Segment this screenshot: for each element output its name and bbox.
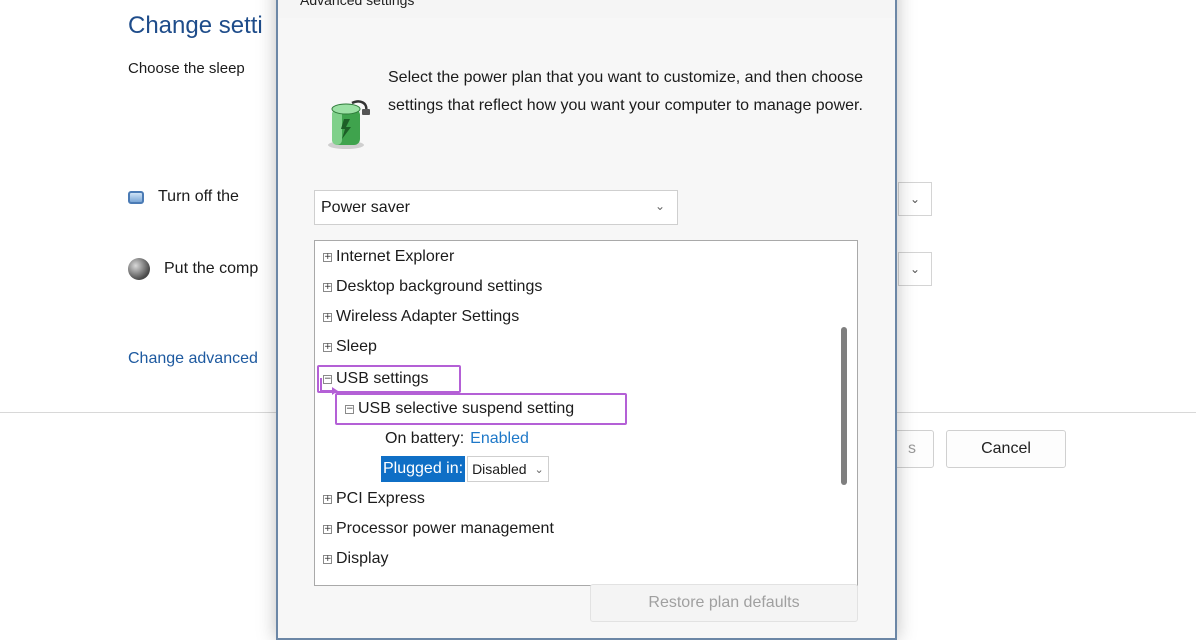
tree-item-desktop-background[interactable]: + Desktop background settings (323, 275, 542, 299)
power-plan-select-value: Power saver (321, 198, 410, 216)
turn-off-display-label: Turn off the (158, 188, 239, 205)
tree-item-label: Display (336, 550, 389, 567)
plugged-in-select[interactable]: Disabled ⌄ (467, 456, 549, 482)
power-plan-select[interactable]: Power saver ⌄ (314, 190, 678, 225)
expand-icon[interactable]: + (323, 312, 332, 322)
tree-item-label: PCI Express (336, 490, 425, 507)
plugged-in-row[interactable]: Plugged in: Disabled ⌄ (381, 455, 549, 483)
collapse-icon[interactable]: − (345, 404, 354, 414)
page-subtitle: Choose the sleep (128, 60, 245, 77)
settings-tree[interactable]: + Internet Explorer + Desktop background… (314, 240, 858, 586)
on-battery-label: On battery: (385, 430, 465, 447)
tree-item-usb-selective-suspend[interactable]: − USB selective suspend setting (345, 397, 574, 421)
chevron-down-icon: ⌄ (909, 192, 921, 206)
restore-plan-defaults-button[interactable]: Restore plan defaults (590, 584, 858, 622)
tree-item-label: Internet Explorer (336, 248, 455, 265)
tree-item-pci-express[interactable]: + PCI Express (323, 487, 425, 511)
expand-icon[interactable]: + (323, 494, 332, 504)
sleep-label: Put the comp (164, 260, 259, 277)
chevron-down-icon: ⌄ (909, 262, 921, 276)
on-battery-value[interactable]: Enabled (470, 430, 529, 448)
expand-icon[interactable]: + (323, 524, 332, 534)
tree-item-label: Desktop background settings (336, 278, 543, 295)
tree-item-label: Sleep (336, 338, 377, 355)
expand-icon[interactable]: + (323, 554, 332, 564)
tree-scrollbar[interactable] (841, 327, 847, 485)
sleep-row: Put the comp (128, 258, 258, 280)
expand-icon[interactable]: + (323, 342, 332, 352)
tree-item-label: USB selective suspend setting (358, 400, 575, 417)
expand-icon[interactable]: + (323, 252, 332, 262)
highlight-connector-arrow (320, 378, 338, 395)
display-timeout-dropdown[interactable]: ⌄ (898, 182, 932, 216)
monitor-icon (128, 190, 144, 204)
tree-item-label: Processor power management (336, 520, 554, 537)
tree-item-label: Wireless Adapter Settings (336, 308, 520, 325)
chevron-down-icon: ⌄ (654, 199, 665, 213)
expand-icon[interactable]: + (323, 282, 332, 292)
plugged-in-label: Plugged in: (381, 456, 466, 482)
power-plan-battery-icon (328, 100, 370, 149)
chevron-down-icon: ⌄ (534, 463, 544, 476)
tree-item-wireless-adapter[interactable]: + Wireless Adapter Settings (323, 305, 519, 329)
dialog-title: Advanced settings (300, 0, 415, 8)
tree-item-sleep[interactable]: + Sleep (323, 335, 377, 359)
tree-item-label: USB settings (336, 370, 429, 387)
advanced-settings-dialog: Advanced settings Select the power plan … (276, 0, 897, 640)
tree-item-display[interactable]: + Display (323, 547, 388, 571)
turn-off-display-row: Turn off the (128, 188, 239, 206)
intro-text: Select the power plan that you want to c… (388, 69, 863, 114)
on-battery-row[interactable]: On battery: Enabled (385, 427, 529, 451)
page-title: Change setti (128, 12, 263, 39)
sleep-moon-icon (128, 258, 150, 280)
plugged-in-select-value: Disabled (472, 461, 527, 477)
tree-item-internet-explorer[interactable]: + Internet Explorer (323, 245, 454, 269)
change-advanced-settings-link[interactable]: Change advanced (128, 350, 258, 368)
dialog-body: Select the power plan that you want to c… (278, 18, 895, 638)
tree-item-processor-power[interactable]: + Processor power management (323, 517, 554, 541)
cancel-button[interactable]: Cancel (946, 430, 1066, 468)
sleep-timeout-dropdown[interactable]: ⌄ (898, 252, 932, 286)
tree-item-usb-settings[interactable]: − USB settings (323, 367, 428, 391)
